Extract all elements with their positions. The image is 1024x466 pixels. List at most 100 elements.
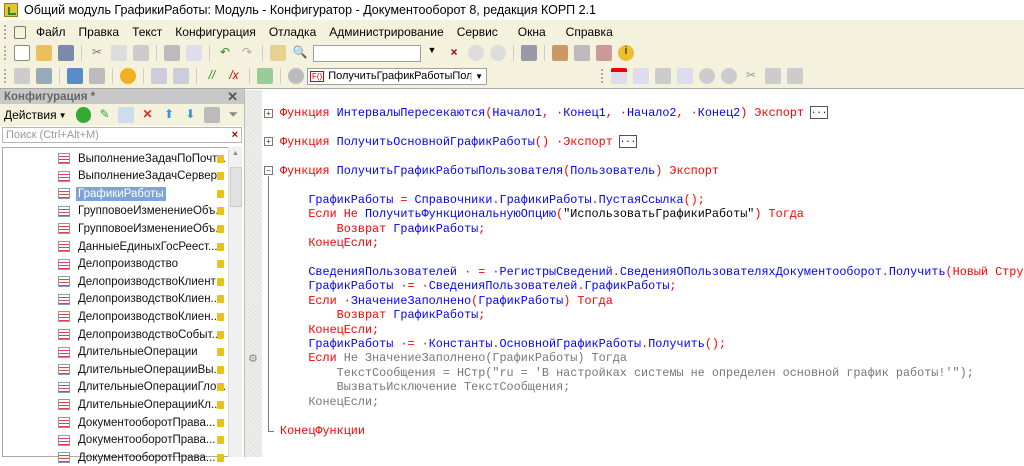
tree-item[interactable]: ВыполнениеЗадачПоПочт... (58, 150, 228, 167)
step-in-icon[interactable] (699, 68, 715, 84)
tree-search-input[interactable]: Поиск (Ctrl+Alt+M) × (2, 127, 242, 143)
code-line[interactable]: Если Не ЗначениеЗаполнено(ГрафикРаботы) … (280, 351, 1024, 365)
tree-item[interactable]: ДокументооборотПрава... (58, 432, 228, 449)
sort-icon[interactable] (204, 107, 220, 123)
copy-icon[interactable] (111, 45, 127, 61)
find-prev-icon[interactable] (490, 45, 506, 61)
help-user-icon[interactable] (552, 45, 568, 61)
expand-icon[interactable]: + (264, 137, 273, 147)
tree-item[interactable]: ДлительныеОперации (58, 344, 228, 361)
code-line[interactable]: ТекстСообщения = НСтр("ru = 'В настройка… (280, 366, 1024, 380)
search-icon[interactable]: 🔍 (292, 45, 308, 61)
tree-item[interactable]: ГрупповоеИзменениеОбъ... (58, 203, 228, 220)
collapse-icon[interactable]: − (264, 166, 273, 176)
open-icon[interactable] (36, 45, 52, 61)
evaluate-icon[interactable] (787, 68, 803, 84)
cut-icon[interactable]: ✂ (89, 45, 105, 61)
tree-item[interactable]: ДелопроизводствоКлиен... (58, 291, 228, 308)
syntax-check-icon[interactable] (257, 68, 273, 84)
print-icon[interactable] (164, 45, 180, 61)
expand-icon[interactable]: + (264, 108, 273, 118)
code-line[interactable]: ГрафикРаботы ·= ·Константы.ОсновнойГрафи… (280, 337, 1024, 351)
chevron-down-icon[interactable]: ▼ (471, 71, 486, 81)
run-debug-icon[interactable] (120, 68, 136, 84)
menu-administration[interactable]: Администрирование (329, 25, 443, 39)
module-icon[interactable] (14, 68, 30, 84)
procedures-list-icon[interactable] (288, 68, 304, 84)
block-icon[interactable] (151, 68, 167, 84)
menu-configuration[interactable]: Конфигурация (175, 25, 256, 39)
tree-item[interactable]: ДлительныеОперацииКл... (58, 396, 228, 413)
watch-icon[interactable] (765, 68, 781, 84)
tree-scrollbar[interactable]: ▲ (228, 147, 242, 457)
menu-file[interactable]: Файл (36, 25, 66, 39)
uncomment-icon[interactable]: /x (226, 68, 242, 84)
expand-collapsed-button[interactable]: ... (618, 135, 637, 149)
filter-icon[interactable]: ⏷ (226, 107, 241, 123)
menu-windows[interactable]: Окна (518, 25, 546, 39)
add-icon[interactable] (75, 107, 91, 123)
code-line[interactable]: КонецЕсли; (280, 323, 1024, 337)
tree-item[interactable]: ДанныеЕдиныхГосРеест... (58, 238, 228, 255)
code-text[interactable]: Функция ИнтервалыПересекаются(Начало1, ·… (280, 106, 1024, 438)
tree-item[interactable]: ГрупповоеИзменениеОбъ... (58, 220, 228, 237)
panel-icon[interactable] (89, 68, 105, 84)
tree-item[interactable]: ДокументооборотПрава... (58, 414, 228, 431)
move-up-icon[interactable]: ⬆ (161, 107, 176, 123)
form-icon[interactable] (36, 68, 52, 84)
code-line[interactable]: Возврат ГрафикРаботы; (280, 308, 1024, 322)
move-down-icon[interactable]: ⬇ (183, 107, 198, 123)
tree-item[interactable]: ДелопроизводствоКлиент (58, 273, 228, 290)
code-line[interactable]: СведенияПользователей · = ·РегистрыСведе… (280, 265, 1024, 279)
menu-help[interactable]: Справка (566, 25, 613, 39)
disable-breakpoint-icon[interactable] (655, 68, 671, 84)
search-help-icon[interactable] (574, 45, 590, 61)
dropdown-arrow-icon[interactable]: ▼ (424, 45, 440, 61)
paste-icon[interactable] (133, 45, 149, 61)
code-line[interactable] (280, 250, 1024, 264)
code-line[interactable] (280, 178, 1024, 192)
book-icon[interactable] (596, 45, 612, 61)
procedure-select[interactable]: F() ПолучитьГрафикРаботыПользо ▼ (307, 67, 487, 85)
code-line[interactable]: Если Не ПолучитьФункциональнуюОпцию("Исп… (280, 207, 1024, 221)
tree-item[interactable]: ГрафикиРаботы (58, 185, 228, 202)
search-input[interactable] (313, 44, 421, 62)
actions-menu[interactable]: Действия (4, 108, 57, 122)
code-line[interactable] (280, 120, 1024, 134)
code-line[interactable]: ГрафикРаботы = Справочники.ГрафикиРаботы… (280, 193, 1024, 207)
code-editor[interactable]: ⚙ + + − Функция ИнтервалыПересекаются(Нача… (245, 90, 1024, 457)
copy-icon[interactable] (118, 107, 134, 123)
code-line[interactable]: Возврат ГрафикРаботы; (280, 222, 1024, 236)
unblock-icon[interactable] (173, 68, 189, 84)
tree-item[interactable]: ДокументооборотПрава... (58, 449, 228, 466)
tree-item[interactable]: ДелопроизводствоСобыт... (58, 326, 228, 343)
code-line[interactable]: Функция ИнтервалыПересекаются(Начало1, ·… (280, 106, 1024, 120)
code-line[interactable] (280, 409, 1024, 423)
cut-breakpoint-icon[interactable]: ✂ (743, 68, 759, 84)
code-line[interactable]: КонецФункции (280, 424, 1024, 438)
conditional-breakpoint-icon[interactable] (633, 68, 649, 84)
code-line[interactable]: ГрафикРаботы ·= ·СведенияПользователей.Г… (280, 279, 1024, 293)
expand-collapsed-button[interactable]: ... (809, 106, 828, 120)
delete-icon[interactable]: ✕ (140, 107, 155, 123)
redo-icon[interactable]: ↷ (239, 45, 255, 61)
edit-icon[interactable]: ✎ (97, 107, 112, 123)
tree-item[interactable]: ВыполнениеЗадачСервер (58, 168, 228, 185)
find-in-files-icon[interactable] (270, 45, 286, 61)
database-icon[interactable] (67, 68, 83, 84)
code-line[interactable]: Функция ПолучитьОсновнойГрафикРаботы() ·… (280, 135, 1024, 149)
menu-text[interactable]: Текст (132, 25, 162, 39)
breakpoint-icon[interactable] (611, 68, 627, 84)
windows-icon[interactable] (521, 45, 537, 61)
close-icon[interactable]: ✕ (227, 89, 238, 105)
editor-gutter[interactable] (245, 90, 262, 457)
code-line[interactable]: КонецЕсли; (280, 395, 1024, 409)
comment-icon[interactable]: // (204, 68, 220, 84)
find-next-icon[interactable] (468, 45, 484, 61)
menu-edit[interactable]: Правка (79, 25, 120, 39)
tree-item[interactable]: ДлительныеОперацииВы... (58, 361, 228, 378)
code-line[interactable]: Если ·ЗначениеЗаполнено(ГрафикРаботы) То… (280, 294, 1024, 308)
tree-item[interactable]: ДелопроизводствоКлиен... (58, 308, 228, 325)
info-icon[interactable]: i (618, 45, 634, 61)
clear-search-icon[interactable]: × (232, 129, 238, 141)
